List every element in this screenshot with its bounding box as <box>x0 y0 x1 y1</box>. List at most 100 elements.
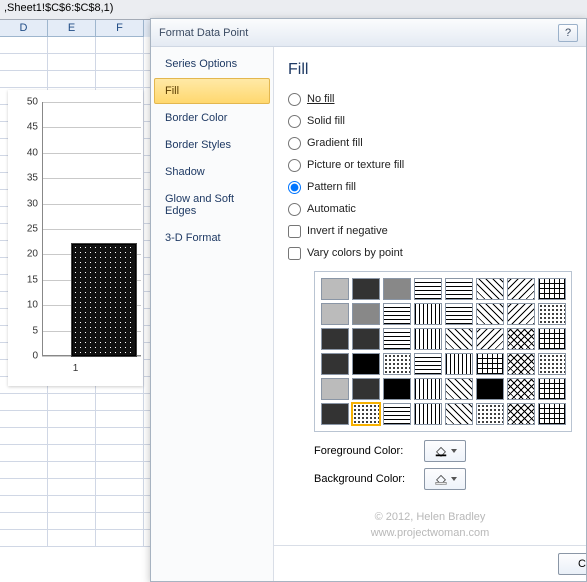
gridline <box>42 356 141 357</box>
gridline <box>42 127 141 128</box>
col-header-F[interactable]: F <box>96 20 144 37</box>
radio-picture-fill[interactable] <box>288 159 301 172</box>
pattern-swatch[interactable] <box>383 328 411 350</box>
pattern-swatch[interactable] <box>538 353 566 375</box>
formula-bar[interactable]: ,Sheet1!$C$6:$C$8,1) <box>0 0 587 20</box>
panel-title: Fill <box>288 61 572 79</box>
nav-item-series-options[interactable]: Series Options <box>154 51 270 77</box>
pattern-swatch[interactable] <box>414 378 442 400</box>
pattern-swatch[interactable] <box>476 278 504 300</box>
pattern-swatch[interactable] <box>538 328 566 350</box>
col-header-D[interactable]: D <box>0 20 48 37</box>
label-no-fill[interactable]: No fill <box>307 93 335 105</box>
dialog-titlebar[interactable]: Format Data Point ? <box>151 19 586 47</box>
chevron-down-icon <box>451 477 457 481</box>
pattern-swatch[interactable] <box>507 328 535 350</box>
pattern-swatch[interactable] <box>507 303 535 325</box>
nav-item-shadow[interactable]: Shadow <box>154 159 270 185</box>
pattern-swatch[interactable] <box>414 403 442 425</box>
label-vary-colors[interactable]: Vary colors by point <box>307 247 403 259</box>
pattern-swatch[interactable] <box>445 278 473 300</box>
nav-item-border-color[interactable]: Border Color <box>154 105 270 131</box>
radio-solid-fill[interactable] <box>288 115 301 128</box>
dialog-content: Fill No fill Solid fill Gradient fill Pi… <box>274 47 586 581</box>
foreground-color-label: Foreground Color: <box>314 445 424 457</box>
nav-item-fill[interactable]: Fill <box>154 78 270 104</box>
label-automatic[interactable]: Automatic <box>307 203 356 215</box>
label-gradient-fill[interactable]: Gradient fill <box>307 137 363 149</box>
paint-bucket-icon <box>434 444 448 458</box>
pattern-swatch[interactable] <box>507 353 535 375</box>
pattern-swatch[interactable] <box>352 303 380 325</box>
pattern-swatch[interactable] <box>321 403 349 425</box>
pattern-swatch[interactable] <box>507 378 535 400</box>
checkbox-invert-negative[interactable] <box>288 225 301 238</box>
pattern-swatch[interactable] <box>507 403 535 425</box>
pattern-swatch[interactable] <box>321 303 349 325</box>
pattern-swatch[interactable] <box>476 303 504 325</box>
pattern-swatch[interactable] <box>352 378 380 400</box>
radio-pattern-fill[interactable] <box>288 181 301 194</box>
pattern-swatch[interactable] <box>352 278 380 300</box>
background-color-button[interactable] <box>424 468 466 490</box>
pattern-swatch[interactable] <box>476 353 504 375</box>
pattern-swatch[interactable] <box>383 303 411 325</box>
radio-gradient-fill[interactable] <box>288 137 301 150</box>
pattern-swatch[interactable] <box>538 403 566 425</box>
embedded-chart[interactable]: 05101520253035404550 1 <box>8 90 143 386</box>
pattern-swatch[interactable] <box>321 353 349 375</box>
pattern-swatch[interactable] <box>538 278 566 300</box>
gridline <box>42 204 141 205</box>
gridline <box>42 229 141 230</box>
pattern-swatch[interactable] <box>445 353 473 375</box>
pattern-swatch[interactable] <box>538 303 566 325</box>
formula-text: ,Sheet1!$C$6:$C$8,1) <box>4 2 113 14</box>
label-invert-negative[interactable]: Invert if negative <box>307 225 388 237</box>
pattern-swatch[interactable] <box>445 378 473 400</box>
nav-item-3-d-format[interactable]: 3-D Format <box>154 225 270 251</box>
pattern-swatch[interactable] <box>445 303 473 325</box>
pattern-swatch[interactable] <box>383 378 411 400</box>
pattern-swatch[interactable] <box>383 353 411 375</box>
pattern-swatch[interactable] <box>352 353 380 375</box>
data-bar-selected[interactable] <box>72 244 136 356</box>
y-tick: 25 <box>18 224 38 235</box>
radio-automatic[interactable] <box>288 203 301 216</box>
y-tick: 45 <box>18 122 38 133</box>
format-data-point-dialog: Format Data Point ? Series OptionsFillBo… <box>150 18 587 582</box>
pattern-swatch[interactable] <box>321 378 349 400</box>
pattern-swatch[interactable] <box>352 328 380 350</box>
pattern-swatch[interactable] <box>476 328 504 350</box>
pattern-swatch[interactable] <box>321 328 349 350</box>
label-solid-fill[interactable]: Solid fill <box>307 115 345 127</box>
pattern-swatch[interactable] <box>414 303 442 325</box>
pattern-swatch[interactable] <box>352 403 380 425</box>
pattern-swatch[interactable] <box>476 403 504 425</box>
radio-no-fill[interactable] <box>288 93 301 106</box>
nav-item-border-styles[interactable]: Border Styles <box>154 132 270 158</box>
y-tick: 30 <box>18 198 38 209</box>
pattern-swatch[interactable] <box>383 278 411 300</box>
checkbox-vary-colors[interactable] <box>288 247 301 260</box>
pattern-swatch[interactable] <box>538 378 566 400</box>
pattern-swatch[interactable] <box>476 378 504 400</box>
close-button[interactable]: Close <box>558 553 586 575</box>
label-pattern-fill[interactable]: Pattern fill <box>307 181 356 193</box>
y-tick: 15 <box>18 274 38 285</box>
y-tick: 35 <box>18 173 38 184</box>
pattern-swatch[interactable] <box>383 403 411 425</box>
x-axis-label: 1 <box>8 363 143 374</box>
pattern-swatch[interactable] <box>445 328 473 350</box>
foreground-color-button[interactable] <box>424 440 466 462</box>
pattern-swatch[interactable] <box>414 278 442 300</box>
pattern-swatch[interactable] <box>414 328 442 350</box>
pattern-swatch[interactable] <box>445 403 473 425</box>
nav-item-glow-and-soft-edges[interactable]: Glow and Soft Edges <box>154 186 270 224</box>
pattern-swatch[interactable] <box>507 278 535 300</box>
pattern-swatch[interactable] <box>414 353 442 375</box>
col-header-E[interactable]: E <box>48 20 96 37</box>
dialog-help-button[interactable]: ? <box>558 24 578 42</box>
pattern-swatch[interactable] <box>321 278 349 300</box>
gridline <box>42 178 141 179</box>
label-picture-fill[interactable]: Picture or texture fill <box>307 159 404 171</box>
